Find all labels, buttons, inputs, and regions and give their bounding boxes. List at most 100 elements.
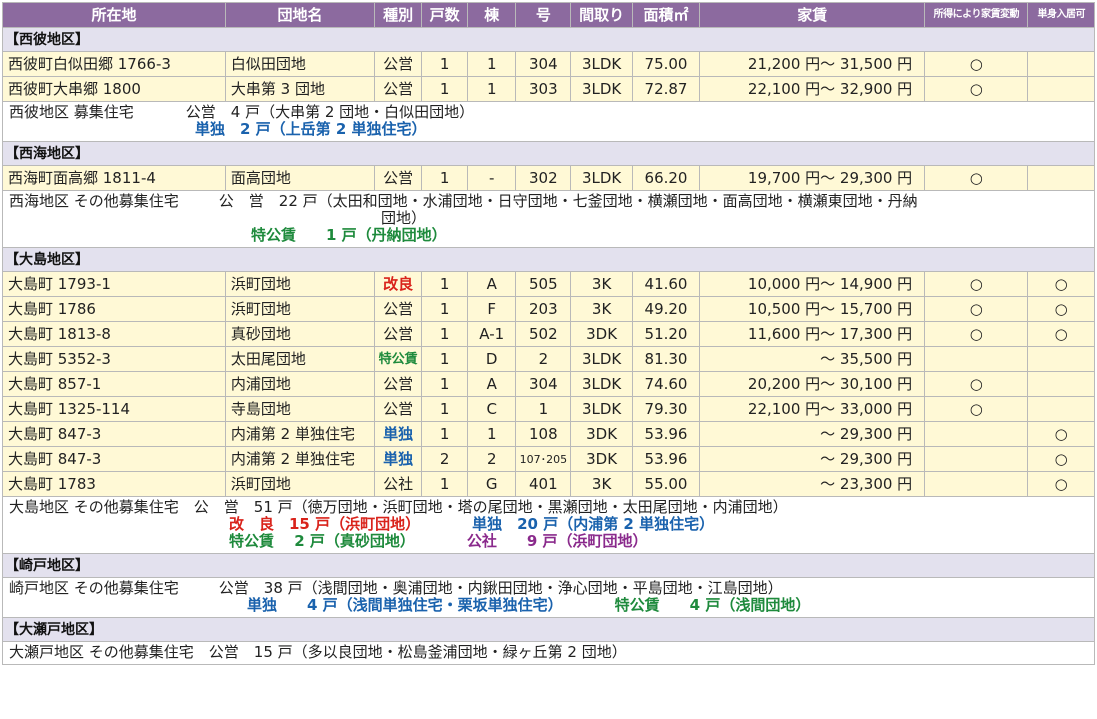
cell-units: 1 [421,371,469,397]
summary-heading: 大島地区 その他募集住宅 [9,498,179,516]
cell-name: 浜町団地 [224,471,376,497]
cell-layout: 3DK [570,446,633,472]
summary-line: 団地） [381,209,427,227]
header-units: 戸数 [421,2,469,28]
header-row: 所在地 団地名 種別 戸数 棟 号 間取り 面積㎡ 家賃 所得により家賃変動 単… [2,2,1095,28]
cell-building: 1 [467,51,517,77]
cell-units: 1 [421,421,469,447]
cell-layout: 3K [570,296,633,322]
cell-number: 203 [515,296,572,322]
summary-line: 特公賃 4 戸（浅間団地） [614,596,811,614]
cell-building: F [467,296,517,322]
cell-area: 53.96 [631,446,701,472]
cell-address: 大島町 1793-1 [2,271,226,297]
cell-income-mark [924,346,1029,372]
cell-income-mark: ○ [924,321,1029,347]
cell-layout: 3K [570,271,633,297]
cell-number: 107･205 [515,446,572,472]
cell-address: 大島町 847-3 [2,421,226,447]
cell-number: 303 [515,76,572,102]
cell-address: 大島町 1786 [2,296,226,322]
cell-single-mark [1027,371,1095,397]
summary-line: 公 営 22 戸（太田和団地・水浦団地・日守団地・七釜団地・横瀬団地・面高団地・… [218,192,918,210]
summary-line: 公社 9 戸（浜町団地） [466,532,648,550]
cell-name: 太田尾団地 [224,346,376,372]
cell-layout: 3LDK [570,51,633,77]
table-row: 大島町 857-1 内浦団地 公営 1 A 304 3LDK 74.60 20,… [2,371,1095,397]
cell-layout: 3LDK [570,76,633,102]
cell-income-mark: ○ [924,296,1029,322]
cell-rent: ～ 29,300 円 [699,421,926,447]
cell-rent: ～ 29,300 円 [699,446,926,472]
cell-layout: 3LDK [570,396,633,422]
cell-number: 502 [515,321,572,347]
cell-address: 大島町 1325-114 [2,396,226,422]
cell-number: 304 [515,51,572,77]
cell-units: 1 [421,76,469,102]
cell-single-mark: ○ [1027,446,1095,472]
cell-area: 72.87 [631,76,701,102]
cell-number: 505 [515,271,572,297]
cell-units: 1 [421,346,469,372]
summary-line: 単独 2 戸（上岳第 2 単独住宅） [195,120,427,138]
header-single-ok: 単身入居可 [1027,2,1095,28]
cell-rent: 21,200 円～ 31,500 円 [699,51,926,77]
cell-type: 単独 [374,446,423,472]
cell-area: 81.30 [631,346,701,372]
section-title-oshima: 【大島地区】 [2,247,1095,272]
summary-oshima: 大島地区 その他募集住宅 公 営 51 戸（徳万団地・浜町団地・塔の尾団地・黒瀬… [2,496,1095,554]
cell-layout: 3DK [570,421,633,447]
summary-saikai: 西海地区 その他募集住宅 公 営 22 戸（太田和団地・水浦団地・日守団地・七釜団… [2,190,1095,248]
cell-single-mark [1027,165,1095,191]
cell-number: 108 [515,421,572,447]
summary-line: 公 営 51 戸（徳万団地・浜町団地・塔の尾団地・黒瀬団地・太田尾団地・内浦団地… [193,498,788,516]
cell-area: 41.60 [631,271,701,297]
cell-type: 公営 [374,321,423,347]
cell-rent: 11,600 円～ 17,300 円 [699,321,926,347]
cell-name: 浜町団地 [224,271,376,297]
cell-number: 1 [515,396,572,422]
section-title-sakito: 【崎戸地区】 [2,553,1095,578]
cell-rent: 10,000 円～ 14,900 円 [699,271,926,297]
header-layout: 間取り [570,2,633,28]
cell-income-mark: ○ [924,396,1029,422]
header-building: 棟 [467,2,517,28]
section-title-oseto: 【大瀬戸地区】 [2,617,1095,642]
cell-units: 1 [421,271,469,297]
cell-single-mark: ○ [1027,271,1095,297]
summary-line: 公営 15 戸（多以良団地・松島釜浦団地・緑ヶ丘第 2 団地） [208,643,627,661]
summary-line: 特公賃 2 戸（真砂団地） [229,532,415,550]
cell-units: 1 [421,396,469,422]
cell-building: D [467,346,517,372]
cell-units: 1 [421,165,469,191]
summary-sakito: 崎戸地区 その他募集住宅 公営 38 戸（浅間団地・奥浦団地・内鍬田団地・浄心団地… [2,577,1095,618]
table-row: 大島町 5352-3 太田尾団地 特公賃 1 D 2 3LDK 81.30 ～ … [2,346,1095,372]
cell-type: 公営 [374,396,423,422]
cell-income-mark: ○ [924,371,1029,397]
cell-address: 西彼町大串郷 1800 [2,76,226,102]
summary-line: 単独 20 戸（内浦第 2 単独住宅） [472,515,715,533]
cell-building: G [467,471,517,497]
table-row: 大島町 1793-1 浜町団地 改良 1 A 505 3K 41.60 10,0… [2,271,1095,297]
summary-heading: 崎戸地区 その他募集住宅 [9,579,179,597]
cell-single-mark [1027,346,1095,372]
cell-building: 2 [467,446,517,472]
table-row: 大島町 847-3 内浦第 2 単独住宅 単独 1 1 108 3DK 53.9… [2,421,1095,447]
header-complex-name: 団地名 [224,2,376,28]
cell-type: 公営 [374,165,423,191]
header-type: 種別 [374,2,423,28]
cell-single-mark [1027,76,1095,102]
summary-oseto: 大瀬戸地区 その他募集住宅 公営 15 戸（多以良団地・松島釜浦団地・緑ヶ丘第 … [2,641,1095,665]
cell-income-mark: ○ [924,271,1029,297]
cell-income-mark: ○ [924,165,1029,191]
cell-rent: 20,200 円～ 30,100 円 [699,371,926,397]
cell-rent: 19,700 円～ 29,300 円 [699,165,926,191]
cell-area: 66.20 [631,165,701,191]
cell-area: 49.20 [631,296,701,322]
table-row: 大島町 847-3 内浦第 2 単独住宅 単独 2 2 107･205 3DK … [2,446,1095,472]
table-row: 西海町面高郷 1811-4 面高団地 公営 1 - 302 3LDK 66.20… [2,165,1095,191]
cell-income-mark: ○ [924,76,1029,102]
cell-area: 74.60 [631,371,701,397]
cell-building: A [467,371,517,397]
cell-rent: 10,500 円～ 15,700 円 [699,296,926,322]
